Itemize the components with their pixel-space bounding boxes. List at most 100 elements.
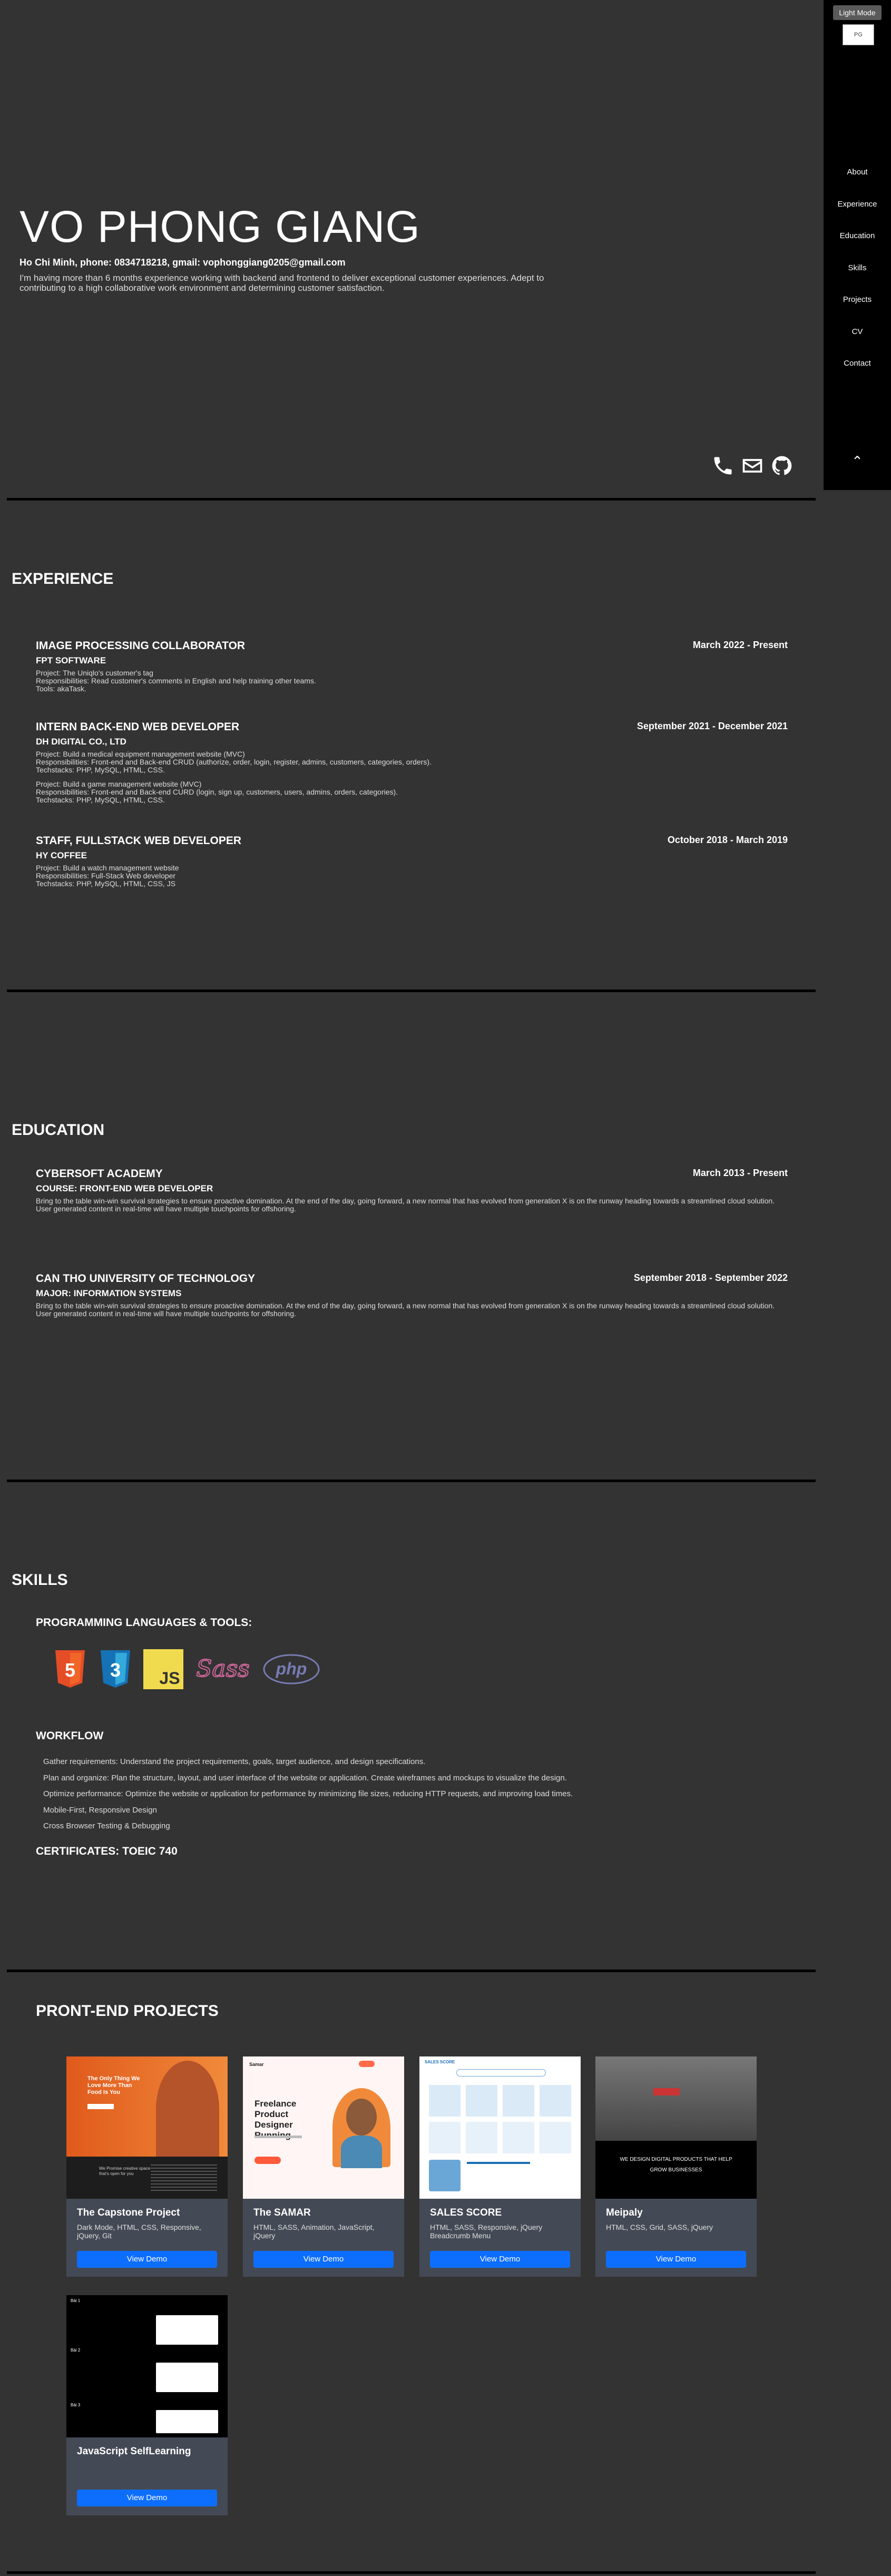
scroll-to-top-icon[interactable]: ⌃ [824,453,891,469]
job-date: September 2021 - December 2021 [637,721,788,731]
job-detail-line: Techstacks: PHP, MySQL, HTML, CSS, JS [36,879,176,888]
project-card: Samar Freelance Product Designer Running… [243,2056,404,2277]
light-mode-button[interactable]: Light Mode [833,5,882,20]
workflow-item: Plan and organize: Plan the structure, l… [43,1773,567,1782]
js-icon: JS [143,1649,183,1689]
job-details: Project: Build a game management website… [36,780,788,804]
divider [7,1480,816,1482]
workflow-item: Mobile-First, Responsive Design [43,1805,157,1815]
workflow-list: Gather requirements: Understand the proj… [43,1757,573,1838]
phone-icon[interactable] [711,454,735,477]
job-detail-line: Project: Build a medical equipment manag… [36,750,245,758]
job-details: Project: Build a medical equipment manag… [36,750,788,774]
hero-name: VO PHONG GIANG [19,202,420,251]
job-title: IMAGE PROCESSING COLLABORATOR [36,640,246,652]
job-company: HY COFFEE [36,850,87,860]
project-title: The SAMAR [253,2207,311,2218]
email-icon[interactable] [741,454,764,477]
job-detail-line: Tools: akaTask. [36,684,86,693]
education-item: CYBERSOFT ACADEMY March 2013 - Present C… [36,1168,788,1213]
school-name: CYBERSOFT ACADEMY [36,1168,163,1180]
view-demo-button[interactable]: View Demo [77,2490,217,2506]
job-date: October 2018 - March 2019 [667,835,788,845]
thumb-hero-text: The Only Thing We Love More Than Food Is… [87,2075,140,2095]
workflow-item: Gather requirements: Understand the proj… [43,1757,426,1766]
php-label: php [276,1659,307,1678]
school-date: September 2018 - September 2022 [633,1272,788,1283]
about-section: VO PHONG GIANG Ho Chi Minh, phone: 08347… [0,0,824,499]
project-card: The Only Thing We Love More Than Food Is… [66,2056,228,2277]
view-demo-button[interactable]: View Demo [430,2251,570,2268]
view-demo-button[interactable]: View Demo [253,2251,394,2268]
avatar[interactable]: PG [843,24,874,45]
experience-item: IMAGE PROCESSING COLLABORATOR March 2022… [36,640,788,693]
css3-number: 3 [110,1659,121,1681]
project-title: The Capstone Project [77,2207,180,2218]
sidebar-nav: About Experience Education Skills Projec… [824,161,891,384]
job-detail-line: Project: Build a game management website… [36,780,202,788]
job-detail-line: Responsibilities: Front-end and Back-end… [36,788,398,796]
thumb-hero-text: WE DESIGN DIGITAL PRODUCTS THAT HELP GRO… [620,2157,732,2173]
job-detail-line: Responsibilities: Front-end and Back-end… [36,758,432,766]
workflow-item: Optimize performance: Optimize the websi… [43,1789,573,1798]
job-date: March 2022 - Present [692,640,788,650]
project-thumbnail[interactable]: The Only Thing We Love More Than Food Is… [66,2056,228,2199]
school-date: March 2013 - Present [692,1168,788,1178]
avatar-alt-text: PG [854,32,863,38]
project-card: Bài 1 Bài 2 Bài 3 JavaScript SelfLearnin… [66,2295,228,2515]
project-thumbnail[interactable]: Samar Freelance Product Designer Running [243,2056,404,2199]
sidebar: Light Mode PG About Experience Education… [824,0,891,490]
github-icon[interactable] [770,454,794,477]
nav-item-projects[interactable]: Projects [824,288,891,320]
project-thumbnail[interactable]: WE DESIGN DIGITAL PRODUCTS THAT HELP GRO… [595,2056,757,2199]
hero-description: I'm having more than 6 months experience… [19,273,544,293]
view-demo-button[interactable]: View Demo [77,2251,217,2268]
project-title: SALES SCORE [430,2207,502,2218]
projects-heading: PRONT-END PROJECTS [36,2002,219,2020]
html5-number: 5 [65,1659,75,1681]
project-tags: HTML, SASS, Animation, JavaScript, jQuer… [253,2223,375,2240]
html5-icon: 5 [55,1650,85,1688]
nav-item-cv[interactable]: CV [824,320,891,352]
php-icon: php [263,1654,320,1684]
workflow-item: Cross Browser Testing & Debugging [43,1821,170,1830]
thumb-brand: SALES SCORE [425,2060,455,2064]
social-links [711,454,794,477]
css3-icon: 3 [101,1650,130,1688]
js-label: JS [159,1669,180,1688]
project-tags: HTML, CSS, Grid, SASS, jQuery [606,2223,713,2231]
project-thumbnail[interactable]: SALES SCORE [419,2056,581,2199]
view-demo-button[interactable]: View Demo [606,2251,746,2268]
project-card: WE DESIGN DIGITAL PRODUCTS THAT HELP GRO… [595,2056,757,2277]
school-description: Bring to the table win-win survival stra… [36,1301,775,1318]
divider [7,2571,816,2574]
thumb-line: Bài 1 [71,2298,81,2303]
skills-subheading: PROGRAMMING LANGUAGES & TOOLS: [36,1617,252,1629]
job-detail-line: Techstacks: PHP, MySQL, HTML, CSS. [36,796,165,804]
divider [7,990,816,992]
certificates: CERTIFICATES: TOEIC 740 [36,1845,178,1857]
job-detail-line: Project: Build a watch management websit… [36,864,179,872]
job-company: DH DIGITAL CO., LTD [36,737,126,747]
thumb-line: Bài 3 [71,2403,81,2407]
nav-item-contact[interactable]: Contact [824,352,891,384]
skills-heading: SKILLS [12,1571,68,1589]
project-card: SALES SCORE SALES SCORE HTML, SASS, Resp… [419,2056,581,2277]
project-thumbnail[interactable]: Bài 1 Bài 2 Bài 3 [66,2295,228,2437]
job-detail-line: Responsibilities: Full-Stack Web develop… [36,871,176,880]
tech-logos: 5 3 JS Sass php [53,1649,320,1689]
project-tags: Dark Mode, HTML, CSS, Responsive, jQuery… [77,2223,201,2240]
project-tags: HTML, SASS, Responsive, jQuery Breadcrum… [430,2223,543,2240]
experience-heading: EXPERIENCE [12,570,114,587]
project-title: JavaScript SelfLearning [77,2446,191,2457]
job-detail-line: Responsibilities: Read customer's commen… [36,677,316,685]
nav-item-experience[interactable]: Experience [824,193,891,225]
job-detail-line: Project: The Uniqlo's customer's tag [36,669,153,677]
hero-contact: Ho Chi Minh, phone: 0834718218, gmail: v… [19,257,346,268]
nav-item-education[interactable]: Education [824,224,891,257]
nav-item-about[interactable]: About [824,161,891,193]
workflow-heading: WORKFLOW [36,1730,104,1742]
nav-item-skills[interactable]: Skills [824,257,891,289]
experience-item: STAFF, FULLSTACK WEB DEVELOPER October 2… [36,835,788,888]
divider [7,498,816,501]
